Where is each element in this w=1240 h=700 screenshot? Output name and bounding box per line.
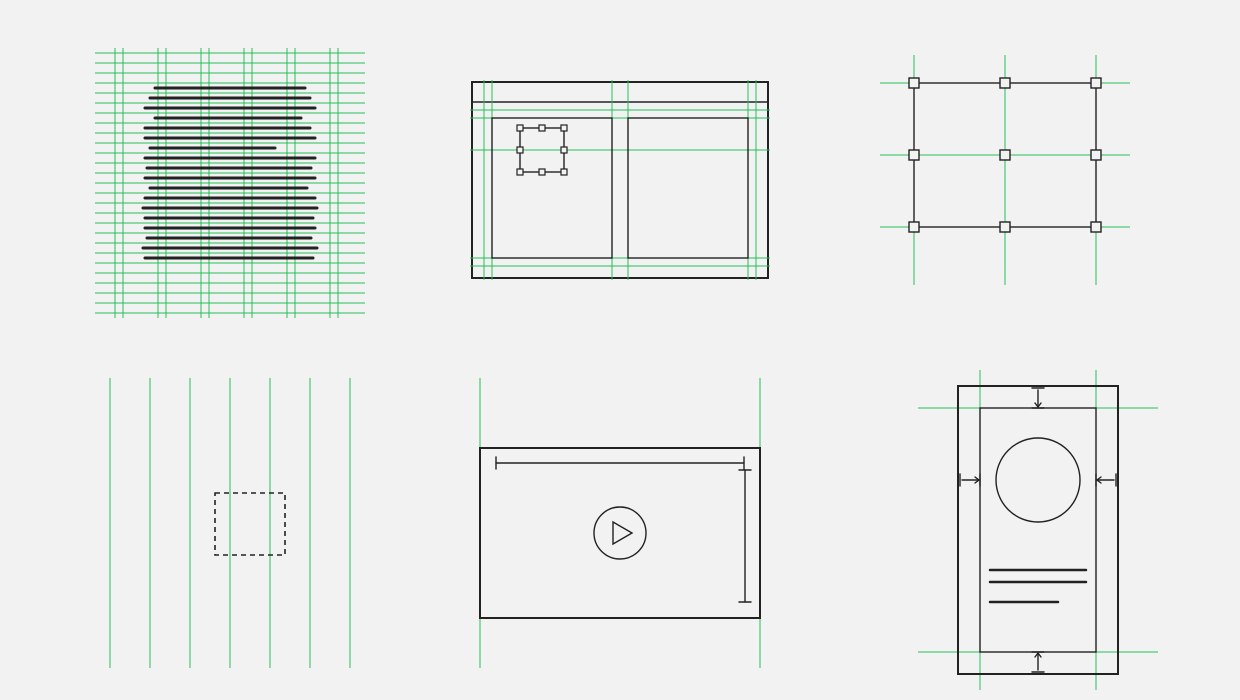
cell-padding-frame [918,370,1158,690]
card-text-lines [990,570,1086,602]
snap-grid-lines [880,55,1130,285]
column-guides-svg [95,378,365,668]
snap-grid-svg [880,55,1130,285]
cell-columns-panel [470,80,770,280]
avatar-circle [996,438,1080,522]
play-icon [594,507,646,559]
columns-panel-svg [470,80,770,280]
panel-col-right [628,118,748,258]
panel-frame [472,82,768,278]
padding-frame-svg [918,370,1158,690]
media-rect [480,448,760,618]
cell-snap-grid [880,55,1130,285]
illustration-grid: 27 [0,0,1240,700]
panel-guides [470,80,770,280]
cell-column-guides [95,378,365,668]
dashed-selection [215,493,285,555]
cell-baseline-grid: 27 [95,48,365,318]
guide-verticals [110,378,350,668]
panel-col-left [492,118,612,258]
padding-arrows [960,388,1116,672]
outer-frame [958,386,1118,674]
dimension-right [739,470,751,602]
media-frame-svg [470,378,770,668]
dimension-top [496,457,744,469]
inner-frame [980,408,1096,652]
baseline-grid-svg: 27 [95,48,365,318]
cell-media-frame [470,378,770,668]
